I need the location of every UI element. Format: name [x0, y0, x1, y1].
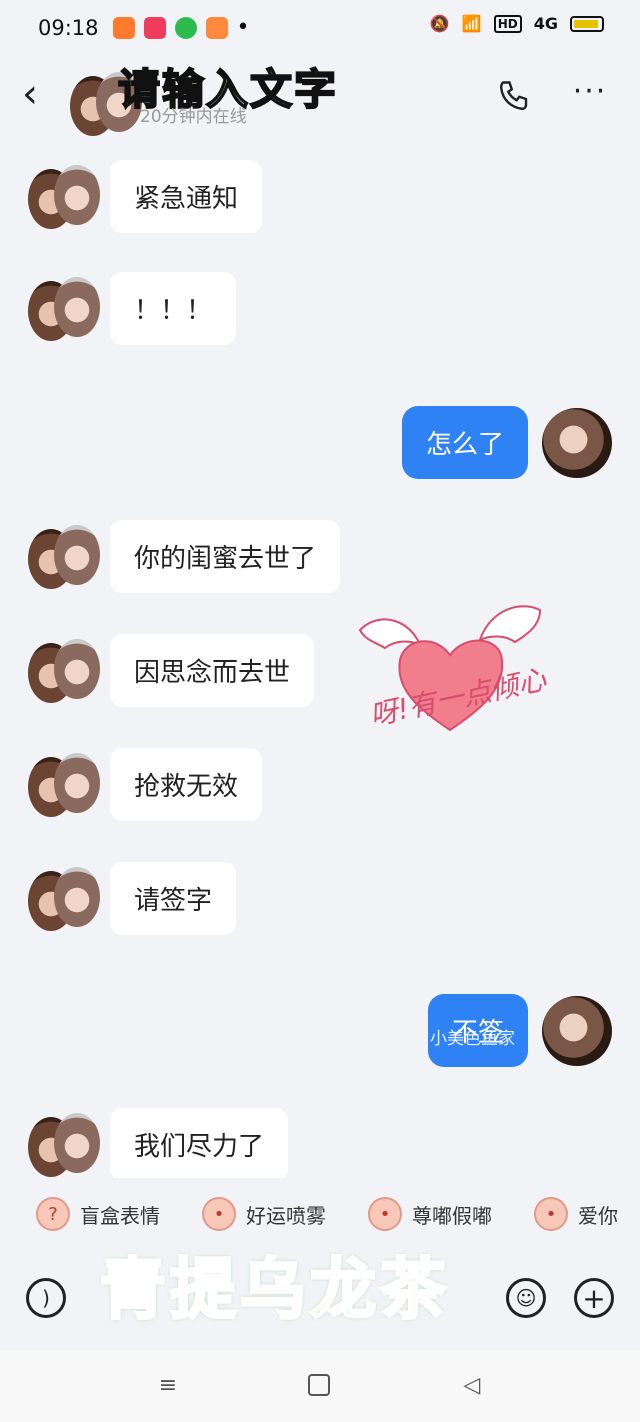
- overlay-bottom-text: 青提乌龙茶: [99, 1250, 450, 1330]
- my-avatar[interactable]: [542, 995, 612, 1066]
- watermark-text: 小美色鱼家: [430, 1029, 515, 1049]
- smiley-icon: ☺: [515, 1286, 537, 1310]
- sender-avatar[interactable]: [28, 638, 100, 703]
- sender-avatar[interactable]: [28, 752, 100, 817]
- chat-header: ‹ 请输入文字 20分钟内在线 ···: [0, 56, 640, 136]
- voice-button[interactable]: ): [26, 1278, 66, 1318]
- sender-avatar[interactable]: [28, 164, 100, 229]
- recent-apps-button[interactable]: ≡: [156, 1374, 180, 1398]
- message-row: 紧急通知: [28, 160, 263, 233]
- my-avatar[interactable]: [542, 407, 612, 478]
- suggestion-label: 好运喷雾: [246, 1203, 326, 1228]
- message-row: 抢救无效: [28, 748, 263, 821]
- phone-icon: [500, 81, 528, 110]
- suggestion-item[interactable]: • 好运喷雾: [202, 1197, 326, 1231]
- status-time: 09:18: [38, 16, 99, 40]
- app-icon-1: [112, 17, 135, 39]
- chevron-left-icon: ‹: [22, 71, 38, 117]
- plus-button[interactable]: +: [574, 1278, 614, 1318]
- sender-avatar[interactable]: [28, 1112, 100, 1177]
- incoming-bubble[interactable]: ！！！: [110, 272, 237, 345]
- suggestion-item[interactable]: • 尊嘟假嘟: [368, 1197, 492, 1231]
- incoming-bubble[interactable]: 我们尽力了: [110, 1108, 289, 1181]
- more-dots-icon: ···: [572, 74, 608, 109]
- incoming-bubble[interactable]: 请签字: [110, 862, 237, 935]
- message-row: 你的闺蜜去世了: [28, 520, 341, 593]
- dot-indicator: •: [236, 15, 250, 40]
- menu-lines-icon: ≡: [158, 1373, 178, 1398]
- pig-icon: •: [368, 1197, 402, 1231]
- message-row: 我们尽力了: [28, 1108, 289, 1181]
- signal-icon: 4G: [533, 14, 558, 33]
- message-row: 因思念而去世: [28, 634, 315, 707]
- outgoing-bubble[interactable]: 怎么了: [401, 406, 528, 479]
- suggestion-label: 盲盒表情: [80, 1203, 160, 1228]
- triangle-back-icon: ◁: [463, 1373, 481, 1398]
- message-row: ！！！: [28, 272, 237, 345]
- pig-icon: •: [202, 1197, 236, 1231]
- sender-avatar[interactable]: [28, 524, 100, 589]
- status-right: 🔕 📶 HD 4G: [430, 14, 604, 33]
- mute-icon: 🔕: [429, 14, 450, 33]
- home-button[interactable]: [308, 1374, 330, 1396]
- message-row-out: 怎么了: [401, 406, 612, 479]
- suggestion-item[interactable]: • 爱你: [534, 1197, 618, 1231]
- status-bar: 09:18 • 🔕 📶 HD 4G: [0, 0, 640, 56]
- sender-avatar[interactable]: [28, 866, 100, 931]
- sender-avatar[interactable]: [28, 276, 100, 341]
- suggestion-item[interactable]: ? 盲盒表情: [36, 1197, 160, 1231]
- emoji-button[interactable]: ☺: [506, 1278, 546, 1318]
- more-button[interactable]: ···: [570, 74, 610, 114]
- app-icon-2: [143, 17, 166, 39]
- pig-icon: •: [534, 1197, 568, 1231]
- call-button[interactable]: [496, 78, 532, 114]
- incoming-bubble[interactable]: 因思念而去世: [110, 634, 315, 707]
- battery-icon: [570, 15, 604, 32]
- incoming-bubble[interactable]: 你的闺蜜去世了: [110, 520, 341, 593]
- app-icon-4: [205, 17, 228, 39]
- voice-icon: ): [42, 1286, 50, 1310]
- incoming-bubble[interactable]: 紧急通知: [110, 160, 263, 233]
- plus-icon: +: [582, 1281, 606, 1315]
- system-nav-bar: ≡ ◁: [0, 1350, 640, 1422]
- wifi-icon: 📶: [461, 14, 482, 33]
- back-button[interactable]: ‹: [22, 74, 62, 118]
- nav-back-button[interactable]: ◁: [460, 1374, 484, 1398]
- hd-badge: HD: [493, 14, 522, 33]
- presence-status: 20分钟内在线: [140, 107, 247, 127]
- incoming-bubble[interactable]: 抢救无效: [110, 748, 263, 821]
- wechat-icon: [174, 17, 197, 39]
- question-box-icon: ?: [36, 1197, 70, 1231]
- suggestion-label: 爱你: [578, 1203, 618, 1228]
- suggestion-label: 尊嘟假嘟: [412, 1203, 492, 1228]
- message-row: 请签字: [28, 862, 237, 935]
